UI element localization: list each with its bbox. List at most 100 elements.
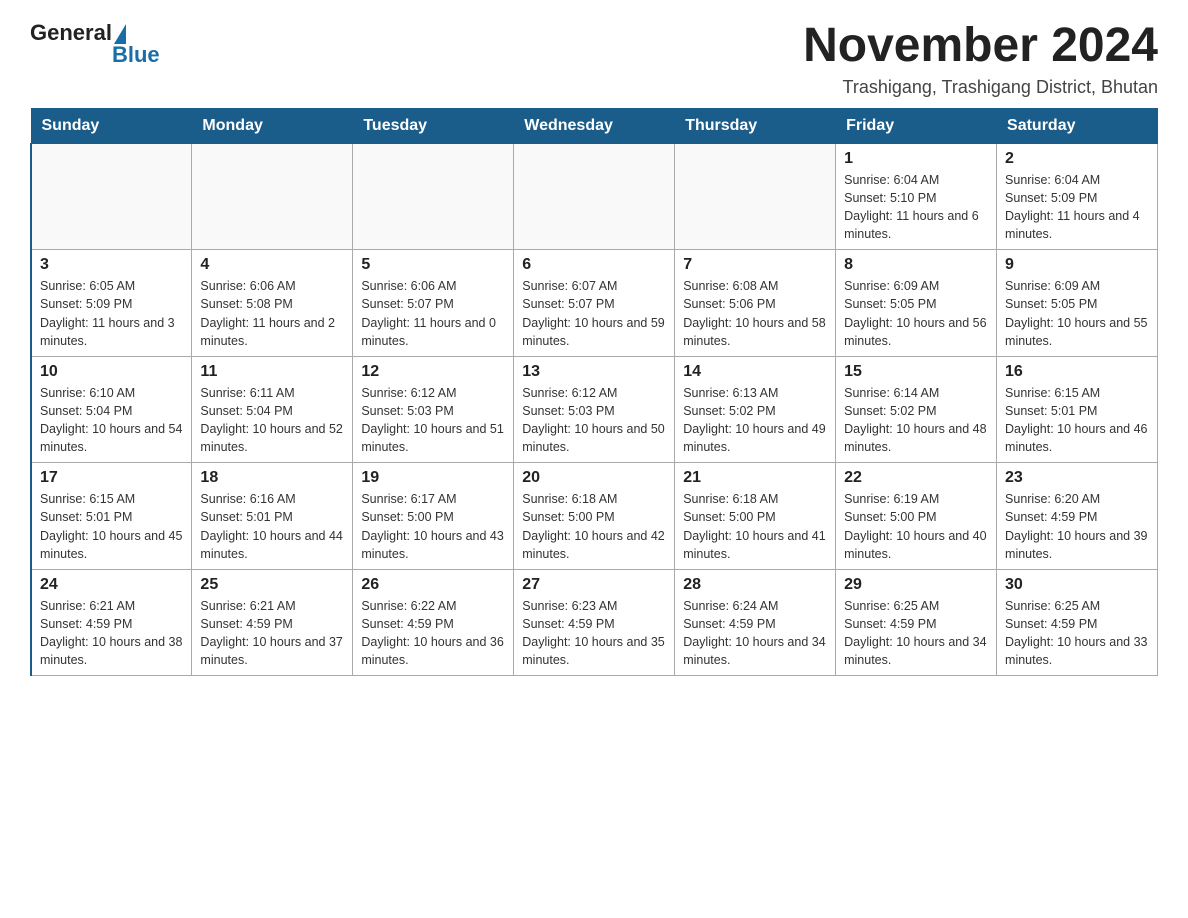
day-number: 11 — [200, 363, 344, 381]
day-number: 27 — [522, 576, 666, 594]
calendar-cell: 19Sunrise: 6:17 AM Sunset: 5:00 PM Dayli… — [353, 463, 514, 570]
calendar-cell: 28 Sunrise: 6:24 AM Sunset: 4:59 PM Dayli… — [675, 569, 836, 676]
calendar-day-header: Thursday — [675, 108, 836, 143]
calendar-cell: 29 Sunrise: 6:25 AM Sunset: 4:59 PM Dayli… — [836, 569, 997, 676]
day-info: Sunrise: 6:23 AM Sunset: 4:59 PM Dayligh… — [522, 597, 666, 670]
day-number: 28 — [683, 576, 827, 594]
calendar-cell: 26 Sunrise: 6:22 AM Sunset: 4:59 PM Dayli… — [353, 569, 514, 676]
calendar-cell — [514, 143, 675, 250]
title-block: November 2024 Trashigang, Trashigang Dis… — [803, 20, 1158, 98]
calendar-cell — [31, 143, 192, 250]
day-info: Sunrise: 6:19 AM Sunset: 5:00 PM Dayligh… — [844, 490, 988, 563]
day-info: Sunrise: 6:18 AM Sunset: 5:00 PM Dayligh… — [522, 490, 666, 563]
calendar-cell: 3Sunrise: 6:05 AM Sunset: 5:09 PM Daylig… — [31, 250, 192, 357]
calendar-day-header: Tuesday — [353, 108, 514, 143]
day-number: 12 — [361, 363, 505, 381]
day-number: 7 — [683, 256, 827, 274]
day-info: Sunrise: 6:05 AM Sunset: 5:09 PM Dayligh… — [40, 277, 183, 350]
day-number: 19 — [361, 469, 505, 487]
calendar-cell: 14 Sunrise: 6:13 AM Sunset: 5:02 PM Dayli… — [675, 356, 836, 463]
calendar-cell: 15 Sunrise: 6:14 AM Sunset: 5:02 PM Dayli… — [836, 356, 997, 463]
day-info: Sunrise: 6:15 AM Sunset: 5:01 PM Dayligh… — [40, 490, 183, 563]
calendar-cell: 21 Sunrise: 6:18 AM Sunset: 5:00 PM Dayli… — [675, 463, 836, 570]
day-info: Sunrise: 6:06 AM Sunset: 5:07 PM Dayligh… — [361, 277, 505, 350]
day-info: Sunrise: 6:21 AM Sunset: 4:59 PM Dayligh… — [40, 597, 183, 670]
day-info: Sunrise: 6:04 AM Sunset: 5:09 PM Dayligh… — [1005, 171, 1149, 244]
logo-triangle-icon — [114, 24, 126, 44]
day-number: 15 — [844, 363, 988, 381]
day-number: 6 — [522, 256, 666, 274]
calendar-cell: 13 Sunrise: 6:12 AM Sunset: 5:03 PM Dayli… — [514, 356, 675, 463]
calendar-cell: 16Sunrise: 6:15 AM Sunset: 5:01 PM Dayli… — [997, 356, 1158, 463]
day-info: Sunrise: 6:14 AM Sunset: 5:02 PM Dayligh… — [844, 384, 988, 457]
calendar-cell: 30Sunrise: 6:25 AM Sunset: 4:59 PM Dayli… — [997, 569, 1158, 676]
calendar-cell: 17 Sunrise: 6:15 AM Sunset: 5:01 PM Dayli… — [31, 463, 192, 570]
calendar-cell — [192, 143, 353, 250]
calendar-cell: 18 Sunrise: 6:16 AM Sunset: 5:01 PM Dayli… — [192, 463, 353, 570]
calendar-day-header: Sunday — [31, 108, 192, 143]
day-info: Sunrise: 6:10 AM Sunset: 5:04 PM Dayligh… — [40, 384, 183, 457]
logo-blue-text: Blue — [112, 42, 160, 68]
calendar-cell: 11 Sunrise: 6:11 AM Sunset: 5:04 PM Dayli… — [192, 356, 353, 463]
day-number: 20 — [522, 469, 666, 487]
day-number: 18 — [200, 469, 344, 487]
calendar-cell: 5 Sunrise: 6:06 AM Sunset: 5:07 PM Daylig… — [353, 250, 514, 357]
day-number: 10 — [40, 363, 183, 381]
day-info: Sunrise: 6:06 AM Sunset: 5:08 PM Dayligh… — [200, 277, 344, 350]
day-number: 26 — [361, 576, 505, 594]
day-info: Sunrise: 6:22 AM Sunset: 4:59 PM Dayligh… — [361, 597, 505, 670]
day-number: 17 — [40, 469, 183, 487]
day-info: Sunrise: 6:12 AM Sunset: 5:03 PM Dayligh… — [522, 384, 666, 457]
calendar-cell: 4Sunrise: 6:06 AM Sunset: 5:08 PM Daylig… — [192, 250, 353, 357]
calendar-cell: 25 Sunrise: 6:21 AM Sunset: 4:59 PM Dayli… — [192, 569, 353, 676]
day-number: 2 — [1005, 150, 1149, 168]
calendar-day-header: Saturday — [997, 108, 1158, 143]
day-info: Sunrise: 6:07 AM Sunset: 5:07 PM Dayligh… — [522, 277, 666, 350]
calendar-cell: 20 Sunrise: 6:18 AM Sunset: 5:00 PM Dayli… — [514, 463, 675, 570]
logo-general-text: General — [30, 20, 112, 46]
calendar-week-row: 3Sunrise: 6:05 AM Sunset: 5:09 PM Daylig… — [31, 250, 1158, 357]
calendar-table: SundayMondayTuesdayWednesdayThursdayFrid… — [30, 108, 1158, 677]
day-number: 24 — [40, 576, 183, 594]
day-info: Sunrise: 6:12 AM Sunset: 5:03 PM Dayligh… — [361, 384, 505, 457]
day-number: 25 — [200, 576, 344, 594]
day-info: Sunrise: 6:04 AM Sunset: 5:10 PM Dayligh… — [844, 171, 988, 244]
calendar-cell: 6 Sunrise: 6:07 AM Sunset: 5:07 PM Daylig… — [514, 250, 675, 357]
day-info: Sunrise: 6:15 AM Sunset: 5:01 PM Dayligh… — [1005, 384, 1149, 457]
day-info: Sunrise: 6:11 AM Sunset: 5:04 PM Dayligh… — [200, 384, 344, 457]
day-info: Sunrise: 6:08 AM Sunset: 5:06 PM Dayligh… — [683, 277, 827, 350]
month-title: November 2024 — [803, 20, 1158, 73]
calendar-week-row: 24 Sunrise: 6:21 AM Sunset: 4:59 PM Dayli… — [31, 569, 1158, 676]
day-number: 21 — [683, 469, 827, 487]
day-number: 13 — [522, 363, 666, 381]
location-title: Trashigang, Trashigang District, Bhutan — [803, 77, 1158, 98]
day-number: 1 — [844, 150, 988, 168]
day-info: Sunrise: 6:13 AM Sunset: 5:02 PM Dayligh… — [683, 384, 827, 457]
calendar-cell: 1 Sunrise: 6:04 AM Sunset: 5:10 PM Daylig… — [836, 143, 997, 250]
calendar-week-row: 10 Sunrise: 6:10 AM Sunset: 5:04 PM Dayli… — [31, 356, 1158, 463]
calendar-day-header: Wednesday — [514, 108, 675, 143]
calendar-day-header: Friday — [836, 108, 997, 143]
page-header: General General Blue November 2024 Trash… — [30, 20, 1158, 98]
day-number: 23 — [1005, 469, 1149, 487]
day-number: 22 — [844, 469, 988, 487]
calendar-cell: 23Sunrise: 6:20 AM Sunset: 4:59 PM Dayli… — [997, 463, 1158, 570]
day-info: Sunrise: 6:24 AM Sunset: 4:59 PM Dayligh… — [683, 597, 827, 670]
calendar-cell: 10 Sunrise: 6:10 AM Sunset: 5:04 PM Dayli… — [31, 356, 192, 463]
day-info: Sunrise: 6:16 AM Sunset: 5:01 PM Dayligh… — [200, 490, 344, 563]
day-info: Sunrise: 6:25 AM Sunset: 4:59 PM Dayligh… — [844, 597, 988, 670]
calendar-week-row: 1 Sunrise: 6:04 AM Sunset: 5:10 PM Daylig… — [31, 143, 1158, 250]
calendar-week-row: 17 Sunrise: 6:15 AM Sunset: 5:01 PM Dayli… — [31, 463, 1158, 570]
calendar-header-row: SundayMondayTuesdayWednesdayThursdayFrid… — [31, 108, 1158, 143]
calendar-day-header: Monday — [192, 108, 353, 143]
day-number: 8 — [844, 256, 988, 274]
day-number: 14 — [683, 363, 827, 381]
calendar-cell: 7 Sunrise: 6:08 AM Sunset: 5:06 PM Daylig… — [675, 250, 836, 357]
calendar-cell: 24 Sunrise: 6:21 AM Sunset: 4:59 PM Dayli… — [31, 569, 192, 676]
logo: General General Blue — [30, 20, 160, 70]
day-info: Sunrise: 6:21 AM Sunset: 4:59 PM Dayligh… — [200, 597, 344, 670]
day-info: Sunrise: 6:18 AM Sunset: 5:00 PM Dayligh… — [683, 490, 827, 563]
day-number: 29 — [844, 576, 988, 594]
day-number: 9 — [1005, 256, 1149, 274]
day-number: 5 — [361, 256, 505, 274]
